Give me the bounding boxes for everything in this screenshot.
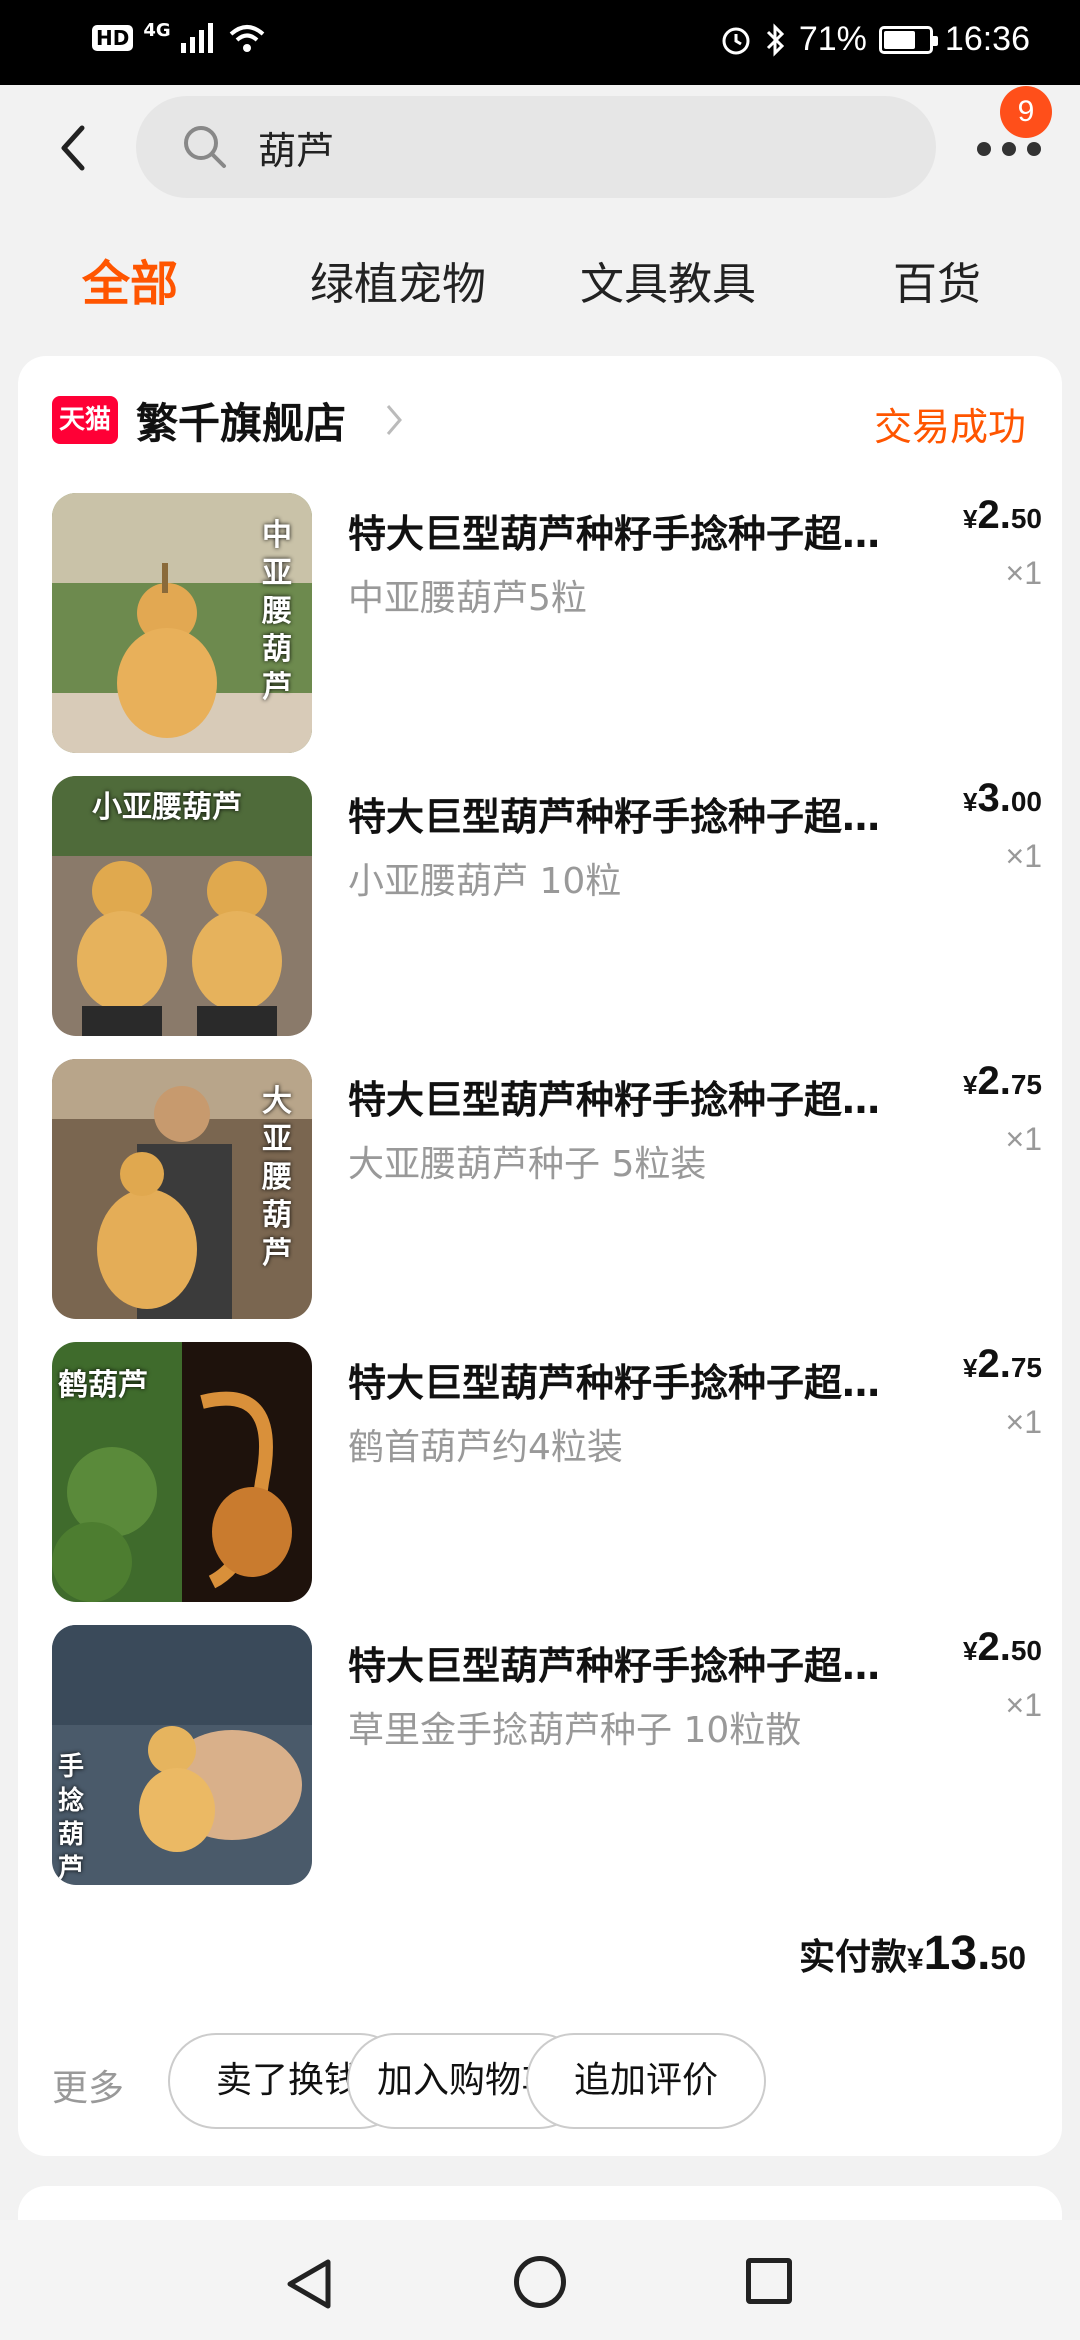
add-review-button[interactable]: 追加评价: [526, 2033, 766, 2129]
item-price: ¥2.50: [963, 1625, 1042, 1670]
price-decimal: 00: [1010, 786, 1042, 817]
item-price: ¥2.75: [963, 1342, 1042, 1387]
currency-symbol: ¥: [963, 504, 978, 534]
tmall-logo: 天猫: [52, 396, 118, 444]
order-item[interactable]: 手捻葫芦 特大巨型葫芦种籽手捻种子超… 草里金手捻葫芦种子 10粒散 ¥2.50…: [52, 1625, 1042, 1885]
signal-icon: [180, 23, 213, 53]
item-quantity: ×1: [1005, 555, 1042, 591]
currency-symbol: ¥: [963, 787, 978, 817]
item-quantity: ×1: [1005, 1404, 1042, 1440]
more-dot: [977, 142, 991, 156]
order-item[interactable]: 鹤葫芦 特大巨型葫芦种籽手捻种子超… 鹤首葫芦约4粒装 ¥2.75 ×1: [52, 1342, 1042, 1602]
order-item[interactable]: 大亚腰葫芦 特大巨型葫芦种籽手捻种子超… 大亚腰葫芦种子 5粒装 ¥2.75 ×…: [52, 1059, 1042, 1319]
total-integer: 13.: [923, 1927, 991, 1980]
network-type: 4G: [143, 19, 171, 41]
more-actions-link[interactable]: 更多: [52, 2059, 124, 2111]
order-card[interactable]: 天猫 繁千旗舰店 交易成功 中亚腰葫芦 特大巨型葫芦种籽手捻种子超… 中亚腰葫芦…: [18, 356, 1062, 2156]
item-title[interactable]: 特大巨型葫芦种籽手捻种子超…: [348, 786, 908, 841]
price-integer: 2.: [977, 1059, 1011, 1103]
item-title[interactable]: 特大巨型葫芦种籽手捻种子超…: [348, 503, 908, 558]
back-button[interactable]: [50, 120, 100, 176]
status-left: HD 4G: [92, 19, 267, 54]
item-price: ¥2.75: [963, 1059, 1042, 1104]
order-status: 交易成功: [873, 405, 1026, 449]
order-item[interactable]: 中亚腰葫芦 特大巨型葫芦种籽手捻种子超… 中亚腰葫芦5粒 ¥2.50 ×1: [52, 493, 1042, 753]
item-title[interactable]: 特大巨型葫芦种籽手捻种子超…: [348, 1352, 908, 1407]
item-sku: 草里金手捻葫芦种子 10粒散: [348, 1710, 802, 1751]
tab-general-goods[interactable]: 百货: [893, 248, 981, 312]
item-price: ¥3.00: [963, 776, 1042, 821]
notification-badge: 9: [1000, 86, 1052, 138]
product-thumbnail[interactable]: 大亚腰葫芦: [52, 1059, 312, 1319]
tab-all[interactable]: 全部: [82, 244, 178, 314]
item-sku: 小亚腰葫芦 10粒: [348, 861, 622, 902]
chevron-left-icon: [61, 125, 85, 171]
item-title[interactable]: 特大巨型葫芦种籽手捻种子超…: [348, 1069, 908, 1124]
nav-back-icon[interactable]: [284, 2256, 334, 2312]
alarm-icon: [722, 27, 750, 54]
more-dot: [1027, 142, 1041, 156]
status-right: 71% 16:36: [719, 20, 1030, 59]
clock: 16:36: [944, 20, 1030, 58]
item-quantity: ×1: [1005, 1121, 1042, 1157]
chevron-right-icon: [386, 405, 402, 435]
more-dot: [1002, 142, 1016, 156]
currency-symbol: ¥: [906, 1943, 924, 1976]
battery-percent: 71%: [798, 20, 867, 58]
price-integer: 3.: [977, 776, 1011, 820]
wifi-icon: [229, 25, 264, 52]
price-decimal: 75: [1010, 1069, 1042, 1100]
price-integer: 2.: [977, 1625, 1011, 1669]
tab-stationery[interactable]: 文具教具: [580, 248, 756, 312]
product-thumbnail[interactable]: 中亚腰葫芦: [52, 493, 312, 753]
product-thumbnail[interactable]: 手捻葫芦: [52, 1625, 312, 1885]
product-thumbnail[interactable]: 鹤葫芦: [52, 1342, 312, 1602]
tab-plants-pets[interactable]: 绿植宠物: [310, 248, 486, 312]
thumbnail-caption: 小亚腰葫芦: [92, 790, 242, 825]
shop-name[interactable]: 繁千旗舰店: [136, 390, 346, 451]
item-sku: 中亚腰葫芦5粒: [348, 578, 587, 619]
item-title[interactable]: 特大巨型葫芦种籽手捻种子超…: [348, 1635, 908, 1690]
item-quantity: ×1: [1005, 838, 1042, 874]
hd-indicator: HD: [92, 25, 134, 51]
bluetooth-icon: [766, 22, 784, 57]
price-integer: 2.: [977, 1342, 1011, 1386]
system-nav-bar: [0, 2220, 1080, 2340]
battery-icon: [878, 25, 938, 54]
currency-symbol: ¥: [963, 1070, 978, 1100]
nav-home-icon[interactable]: [514, 2256, 566, 2308]
total-label: 实付款: [798, 1937, 907, 1978]
nav-recents-icon[interactable]: [746, 2258, 792, 2304]
item-price: ¥2.50: [963, 493, 1042, 538]
price-decimal: 50: [1010, 1635, 1042, 1666]
item-quantity: ×1: [1005, 1687, 1042, 1723]
order-total: 实付款¥13.50: [799, 1926, 1026, 1981]
price-decimal: 50: [1010, 503, 1042, 534]
search-icon: [184, 126, 226, 168]
thumbnail-caption: 大亚腰葫芦: [262, 1084, 292, 1271]
currency-symbol: ¥: [963, 1636, 978, 1666]
currency-symbol: ¥: [963, 1353, 978, 1383]
item-sku: 大亚腰葫芦种子 5粒装: [348, 1144, 707, 1185]
thumbnail-caption: 手捻葫芦: [58, 1752, 85, 1884]
item-sku: 鹤首葫芦约4粒装: [348, 1427, 623, 1468]
search-bar[interactable]: [136, 96, 936, 198]
product-thumbnail[interactable]: 小亚腰葫芦: [52, 776, 312, 1036]
total-decimal: 50: [990, 1940, 1026, 1976]
price-decimal: 75: [1010, 1352, 1042, 1383]
status-bar: HD 4G 71% 16:36: [0, 0, 1080, 85]
order-item[interactable]: 小亚腰葫芦 特大巨型葫芦种籽手捻种子超… 小亚腰葫芦 10粒 ¥3.00 ×1: [52, 776, 1042, 1036]
thumbnail-caption: 鹤葫芦: [58, 1368, 148, 1403]
category-tabs: 全部 绿植宠物 文具教具 百货: [0, 244, 1080, 314]
search-input[interactable]: [258, 118, 858, 176]
thumbnail-caption: 中亚腰葫芦: [262, 518, 292, 705]
price-integer: 2.: [977, 493, 1011, 537]
